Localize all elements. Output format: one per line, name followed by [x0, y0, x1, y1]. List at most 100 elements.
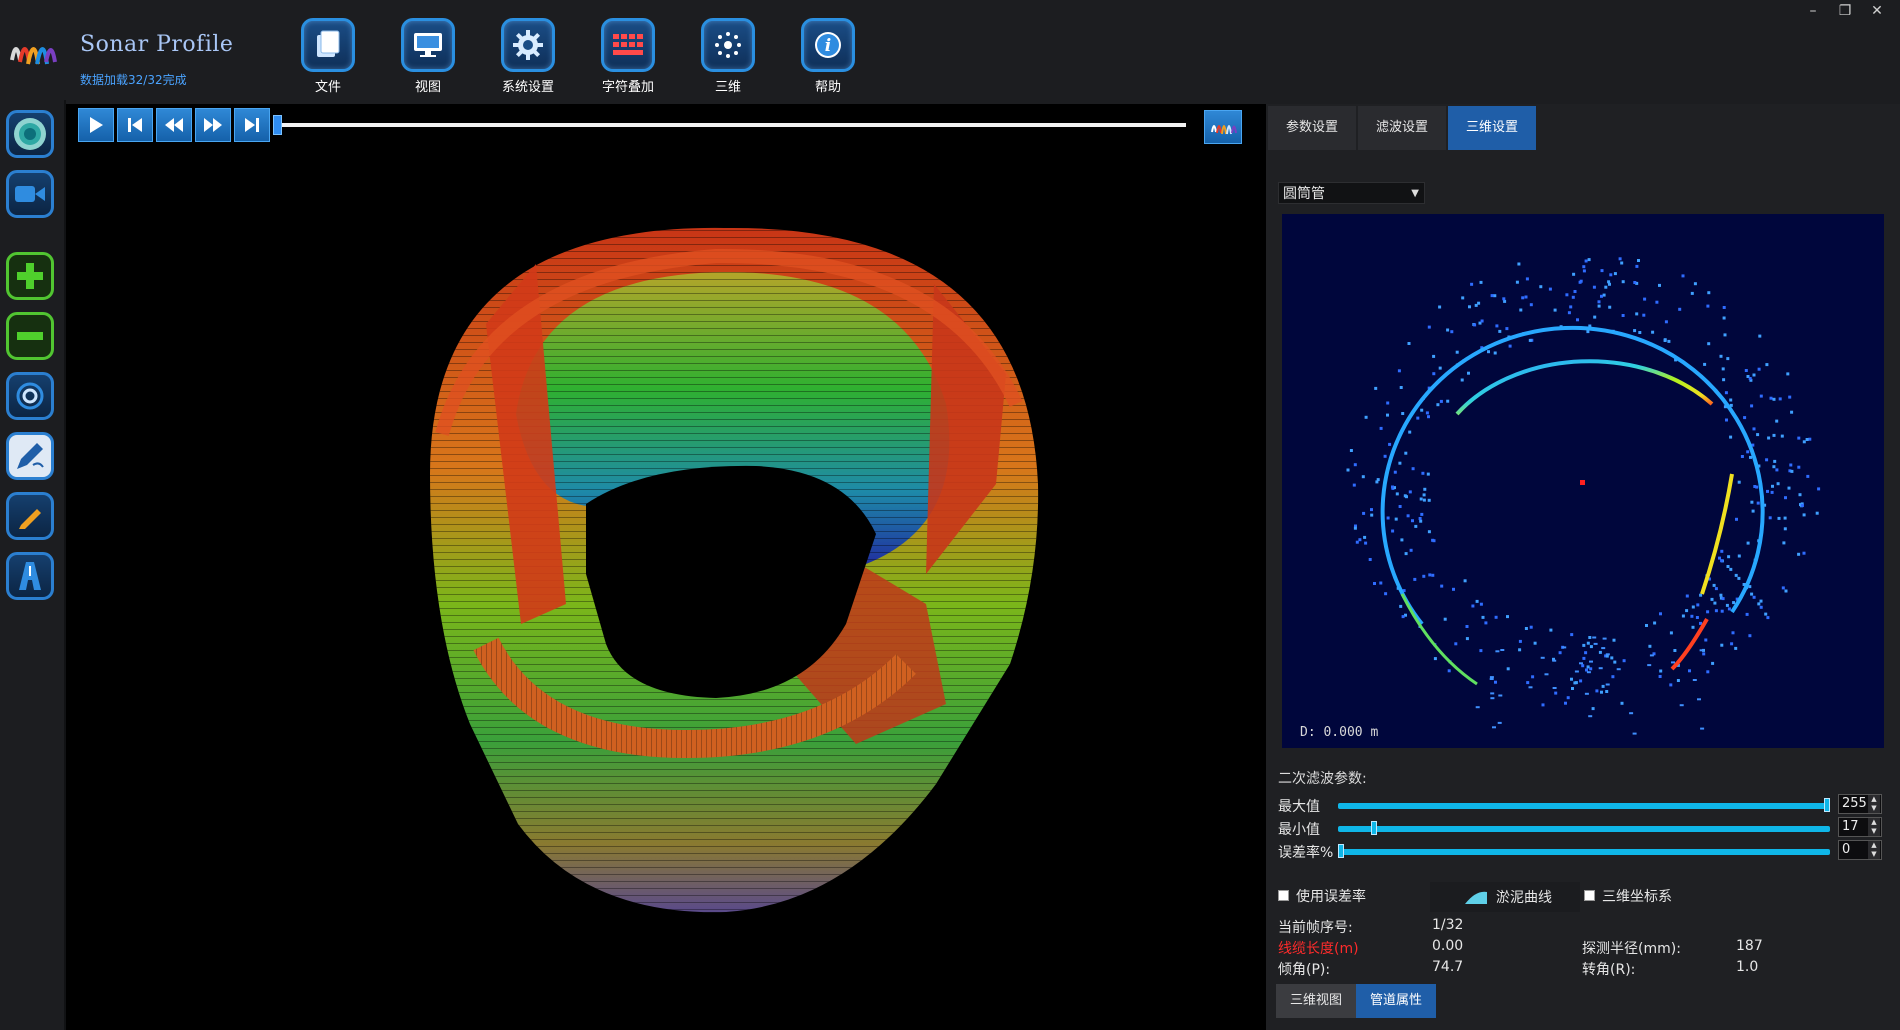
sonar-echo-dot	[1748, 377, 1752, 380]
sonar-echo-dot	[1788, 395, 1792, 399]
shape-select[interactable]: 圆筒管 ▼	[1278, 182, 1425, 204]
toolbar-3d[interactable]: 三维	[700, 18, 756, 95]
snapshot-button[interactable]	[6, 372, 54, 420]
sonar-ring-yellow	[1700, 473, 1734, 595]
annotate-button[interactable]	[6, 432, 54, 480]
sonar-echo-dot	[1612, 638, 1616, 642]
viewport-logo-button[interactable]	[1204, 110, 1242, 144]
toolbar-view[interactable]: 视图	[400, 18, 456, 95]
tab-3d-view[interactable]: 三维视图	[1276, 984, 1356, 1018]
file-icon	[301, 18, 355, 72]
max-value-spinbox[interactable]: 255 ▲ ▼	[1838, 794, 1882, 814]
restore-button[interactable]: ❐	[1836, 2, 1854, 20]
sonar-echo-dot	[1353, 526, 1357, 530]
fast-forward-button[interactable]	[195, 108, 231, 142]
sonar-echo-dot	[1484, 621, 1488, 625]
min-value-slider-thumb[interactable]	[1370, 821, 1377, 835]
tab-parameter-settings[interactable]: 参数设置	[1268, 106, 1356, 150]
sonar-echo-dot	[1552, 659, 1557, 662]
pipeline-button[interactable]	[6, 552, 54, 600]
sonar-echo-dot	[1393, 470, 1397, 474]
sonar-echo-dot	[1395, 492, 1399, 496]
sonar-echo-dot	[1681, 614, 1685, 618]
min-value-slider[interactable]	[1338, 826, 1830, 832]
sonar-echo-dot	[1422, 498, 1426, 502]
sonar-echo-dot	[1565, 293, 1569, 297]
sonar-echo-dot	[1374, 386, 1378, 390]
rewind-button[interactable]	[156, 108, 192, 142]
zoom-in-button[interactable]	[6, 252, 54, 300]
tab-pipe-properties[interactable]: 管道属性	[1356, 984, 1436, 1018]
sonar-echo-dot	[1593, 642, 1598, 645]
sonar-echo-dot	[1579, 679, 1583, 683]
max-value-slider[interactable]	[1338, 803, 1830, 809]
sonar-echo-dot	[1384, 592, 1388, 596]
toolbar-file[interactable]: 文件	[300, 18, 356, 95]
sonar-echo-dot	[1439, 399, 1443, 403]
sonar-echo-dot	[1506, 667, 1510, 671]
min-value-spinbox[interactable]: 17 ▲ ▼	[1838, 817, 1882, 837]
sonar-echo-dot	[1696, 603, 1700, 607]
playback-progress-thumb[interactable]	[273, 115, 282, 135]
toolbar-overlay[interactable]: 字符叠加	[600, 18, 656, 95]
sonar-echo-dot	[1508, 344, 1512, 348]
spin-arrows-icon[interactable]: ▲ ▼	[1868, 841, 1880, 859]
sonar-echo-dot	[1727, 607, 1731, 611]
sonar-echo-dot	[1349, 449, 1353, 452]
playback-progress-track[interactable]	[282, 123, 1186, 127]
sonar-echo-dot	[1740, 455, 1744, 458]
sonar-echo-dot	[1506, 615, 1509, 619]
use-error-rate-checkbox[interactable]	[1278, 890, 1289, 901]
sonar-echo-dot	[1609, 273, 1613, 277]
sonar-echo-dot	[1581, 664, 1585, 668]
minimize-button[interactable]: –	[1804, 2, 1822, 20]
sonar-cross-section[interactable]	[1282, 214, 1884, 748]
cable-length-label: 线缆长度(m)	[1278, 941, 1359, 957]
zoom-out-button[interactable]	[6, 312, 54, 360]
sonar-echo-dot	[1802, 551, 1806, 555]
tab-3d-settings[interactable]: 三维设置	[1448, 106, 1536, 150]
sonar-echo-dot	[1403, 494, 1407, 498]
sonar-echo-dot	[1720, 609, 1724, 613]
sonar-echo-dot	[1607, 280, 1611, 284]
measure-button[interactable]	[6, 492, 54, 540]
min-value-label: 最小值	[1278, 822, 1320, 838]
skip-start-button[interactable]	[117, 108, 153, 142]
sonar-echo-dot	[1759, 394, 1763, 398]
sonar-echo-dot	[1423, 487, 1427, 491]
sonar-echo-dot	[1524, 295, 1528, 299]
sonar-echo-dot	[1756, 501, 1760, 505]
max-value-slider-thumb[interactable]	[1824, 798, 1830, 812]
max-value-label: 最大值	[1278, 799, 1320, 815]
sonar-echo-dot	[1691, 605, 1695, 609]
skip-end-button[interactable]	[234, 108, 270, 142]
error-rate-spinbox[interactable]: 0 ▲ ▼	[1838, 840, 1882, 860]
toolbar-file-label: 文件	[314, 80, 341, 95]
keyboard-icon	[601, 18, 655, 72]
3d-coordinate-checkbox[interactable]	[1584, 890, 1595, 901]
3d-viewport[interactable]	[66, 104, 1266, 1030]
sonar-echo-dot	[1519, 308, 1523, 312]
sonar-echo-dot	[1635, 312, 1639, 316]
sonar-echo-dot	[1673, 649, 1677, 652]
sonar-view-button[interactable]	[6, 110, 54, 158]
close-button[interactable]: ✕	[1868, 2, 1886, 20]
toolbar-settings[interactable]: 系统设置	[500, 18, 556, 95]
sonar-logo-icon	[1211, 125, 1237, 135]
spin-arrows-icon[interactable]: ▲ ▼	[1868, 818, 1880, 836]
error-rate-slider[interactable]	[1338, 849, 1830, 855]
sludge-curve-button[interactable]: 淤泥曲线	[1430, 882, 1580, 912]
toolbar-help[interactable]: i 帮助	[800, 18, 856, 95]
sonar-echo-dot	[1473, 323, 1477, 327]
error-rate-slider-thumb[interactable]	[1338, 844, 1344, 858]
spin-arrows-icon[interactable]: ▲ ▼	[1868, 795, 1880, 813]
sonar-echo-dot	[1653, 621, 1657, 625]
tab-filter-settings[interactable]: 滤波设置	[1358, 106, 1446, 150]
record-video-button[interactable]	[6, 170, 54, 218]
sonar-echo-dot	[1588, 636, 1592, 639]
sonar-echo-dot	[1707, 342, 1711, 346]
sonar-echo-dot	[1427, 498, 1431, 502]
play-button[interactable]	[78, 108, 114, 142]
sonar-echo-dot	[1746, 541, 1750, 545]
sonar-echo-dot	[1620, 701, 1624, 705]
